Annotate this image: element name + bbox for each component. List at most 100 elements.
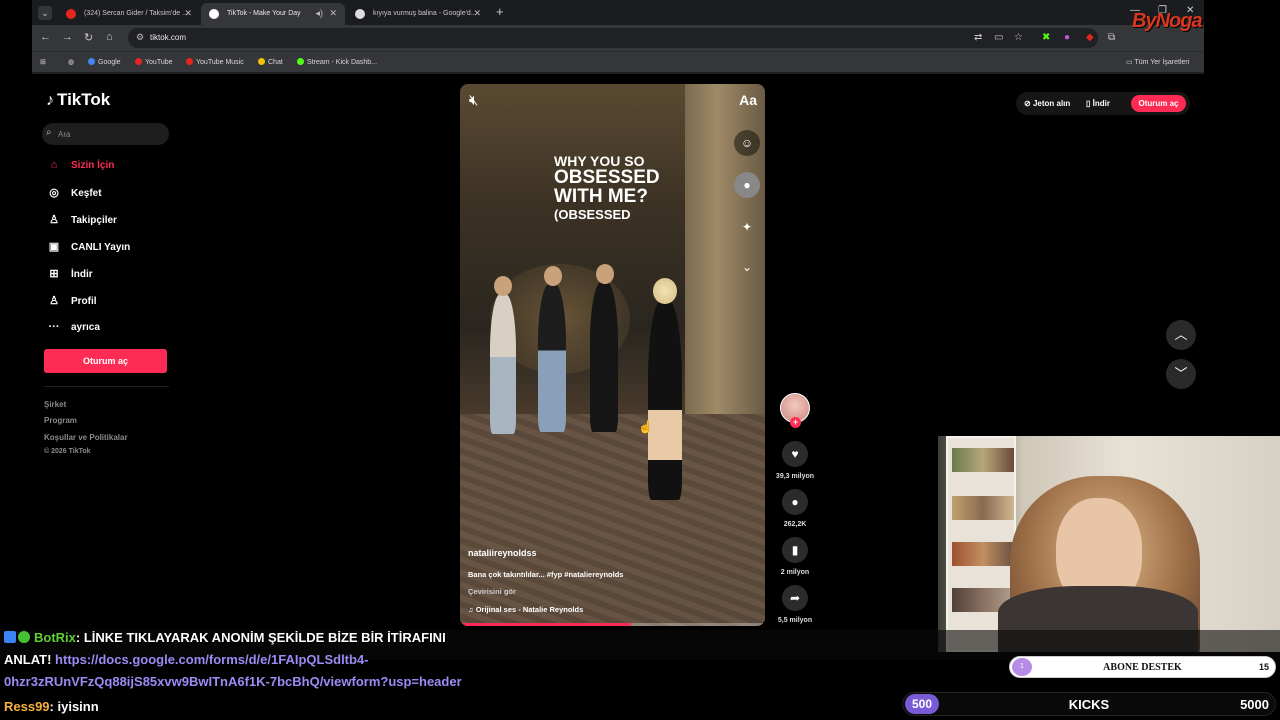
chevron-down-icon: ﹀	[1174, 366, 1188, 381]
tab-google[interactable]: kıyıya vurmuş balina - Google'd... ✕	[347, 3, 489, 25]
tab-tiktok[interactable]: TikTok - Make Your Day ◂) ✕	[201, 3, 345, 25]
nav-followers[interactable]: ♙ Takipçiler	[46, 213, 117, 229]
close-tab-icon[interactable]: ✕	[184, 8, 192, 19]
footer-company-link[interactable]: Şirket	[44, 400, 66, 409]
google-icon	[355, 9, 365, 19]
extension-red-icon[interactable]: ◆	[1086, 32, 1094, 43]
nav-more[interactable]: ··· ayrıca	[46, 321, 100, 337]
nav-live[interactable]: ▣ CANLI Yayın	[46, 240, 130, 256]
kick-icon	[297, 58, 304, 65]
bookmark-label: Google	[98, 59, 121, 66]
new-tab-icon[interactable]: +	[496, 4, 504, 19]
copyright: © 2026 TikTok	[44, 448, 91, 455]
tiktok-logo-text: TikTok	[57, 90, 111, 109]
apps-icon[interactable]: ⊞	[40, 58, 46, 66]
browser-window: ⌄ (324) Sercan Gider / Taksim'de ... ✕ T…	[32, 0, 1204, 74]
video-description: Bana çok takıntılılar... #fyp #nataliere…	[468, 570, 624, 579]
chat-link[interactable]: https://docs.google.com/forms/d/e/1FAIpQ…	[55, 652, 368, 667]
address-bar[interactable]: ⚙ tiktok.com	[128, 28, 1098, 48]
search-box[interactable]: ⌕	[42, 123, 169, 145]
extension-icon[interactable]: ●	[1064, 32, 1070, 43]
footer-program-link[interactable]: Program	[44, 416, 77, 425]
sidebar-login-button[interactable]: Oturum aç	[44, 349, 167, 373]
tab-youtube[interactable]: (324) Sercan Gider / Taksim'de ... ✕	[58, 3, 200, 25]
bookmark-label: Tüm Yer İşaretleri	[1134, 59, 1190, 66]
cast-icon[interactable]: ▭	[994, 32, 1003, 43]
share-button[interactable]: ➦	[782, 585, 808, 611]
see-translation-link[interactable]: Çevirisini gör	[468, 587, 516, 596]
chat-message-user: Ress99: iyisinn	[4, 699, 99, 714]
tiktok-logo[interactable]: ♪ TikTok	[46, 90, 110, 110]
reload-icon[interactable]: ↻	[84, 31, 93, 44]
extensions-puzzle-icon[interactable]: ⧉	[1108, 32, 1115, 43]
youtube-icon	[135, 58, 142, 65]
bookmark-star-icon[interactable]: ☆	[1014, 32, 1023, 43]
site-info-icon[interactable]: ⚙	[136, 32, 144, 43]
download-icon: ⊞	[49, 268, 59, 280]
nav-for-you[interactable]: ⌂ Sizin İçin	[46, 159, 115, 175]
chevron-down-icon[interactable]: ⌄	[734, 254, 760, 280]
tab-search-button[interactable]: ⌄	[38, 6, 52, 20]
person-4-head	[653, 278, 677, 304]
nav-label: Keşfet	[71, 188, 102, 199]
shelf-items	[952, 448, 1014, 472]
bookmark-chat[interactable]: Chat	[258, 58, 283, 66]
webcam-feed	[938, 436, 1280, 652]
youtube-icon	[66, 9, 76, 19]
nav-download[interactable]: ⊞ İndir	[46, 267, 92, 283]
previous-video-button[interactable]: ︿	[1166, 320, 1196, 350]
footer-terms-link[interactable]: Koşullar ve Politikalar	[44, 433, 128, 442]
video-progress-bar[interactable]	[460, 623, 765, 626]
bookmark-google[interactable]: Google	[88, 58, 121, 66]
bookmark-youtube-music[interactable]: YouTube Music	[186, 58, 244, 66]
extension-x-icon[interactable]: ✖	[1042, 32, 1050, 43]
translate-icon[interactable]: ⇄	[974, 32, 982, 43]
comment-button[interactable]: ●	[782, 489, 808, 515]
globe-icon[interactable]: ◍	[68, 58, 74, 66]
header-login-button[interactable]: Oturum aç	[1131, 95, 1186, 112]
bookmark-youtube[interactable]: YouTube	[135, 58, 173, 66]
share-icon: ➦	[789, 591, 801, 605]
follow-plus-icon[interactable]: +	[790, 417, 801, 428]
chat-message-bot: BotRix: LİNKE TIKLAYARAK ANONİM ŞEKİLDE …	[4, 630, 446, 645]
download-app-button[interactable]: ▯ İndir	[1086, 99, 1110, 108]
captions-icon[interactable]: Aa	[739, 92, 757, 108]
search-icon: ⌕	[46, 127, 52, 138]
nav-profile[interactable]: ♙ Profil	[46, 294, 97, 310]
sticker-icon[interactable]: ☺	[734, 130, 760, 156]
sidebar-divider	[44, 386, 169, 387]
video-username[interactable]: nataliireynoldss	[468, 548, 537, 558]
live-icon: ▣	[48, 241, 60, 253]
tab-title: (324) Sercan Gider / Taksim'de ...	[84, 10, 188, 17]
sparkle-icon[interactable]: ✦	[734, 214, 760, 240]
creator-mini-avatar[interactable]: ●	[734, 172, 760, 198]
nav-explore[interactable]: ◎ Keşfet	[46, 186, 102, 202]
get-coins-button[interactable]: ⊘ Jeton alın	[1024, 99, 1070, 108]
chat-link[interactable]: 0hzr3zRUnVFzQq88ijS85xvw9BwITnA6f1K-7bcB…	[4, 674, 462, 689]
mute-icon[interactable]: 🔇︎	[469, 92, 478, 109]
video-player[interactable]: WHY YOU SO OBSESSED WITH ME? (OBSESSED 🔇…	[460, 84, 765, 626]
tiktok-icon	[209, 9, 219, 19]
download-label: İndir	[1092, 99, 1110, 108]
back-icon[interactable]: ←	[40, 31, 51, 43]
all-bookmarks[interactable]: ▭ Tüm Yer İşaretleri	[1126, 58, 1189, 66]
forward-icon[interactable]: →	[62, 31, 73, 43]
speaker-icon[interactable]: ◂)	[315, 8, 323, 19]
bot-badge-icon	[4, 631, 16, 643]
next-video-button[interactable]: ﹀	[1166, 359, 1196, 389]
bookmark-button[interactable]: ▮	[782, 537, 808, 563]
bookmark-count: 2 milyon	[780, 569, 810, 576]
video-music[interactable]: ♫ Orijinal ses - Natalie Reynolds	[468, 605, 583, 614]
close-tab-icon[interactable]: ✕	[473, 8, 481, 19]
search-input[interactable]	[58, 126, 163, 142]
like-button[interactable]: ♥	[782, 441, 808, 467]
toolbar: ← → ↻ ⌂ ⚙ tiktok.com ⇄ ▭ ☆ ✖ ● ◆ ⧉	[32, 25, 1204, 51]
google-icon	[88, 58, 95, 65]
video-text-overlay: WHY YOU SO OBSESSED WITH ME? (OBSESSED	[554, 154, 694, 221]
bookmark-kick[interactable]: Stream - Kick Dashb...	[297, 58, 377, 66]
person-2-head	[544, 266, 562, 286]
close-tab-icon[interactable]: ✕	[329, 8, 337, 19]
home-icon[interactable]: ⌂	[106, 31, 113, 43]
verified-badge-icon	[18, 631, 30, 643]
youtube-music-icon	[186, 58, 193, 65]
